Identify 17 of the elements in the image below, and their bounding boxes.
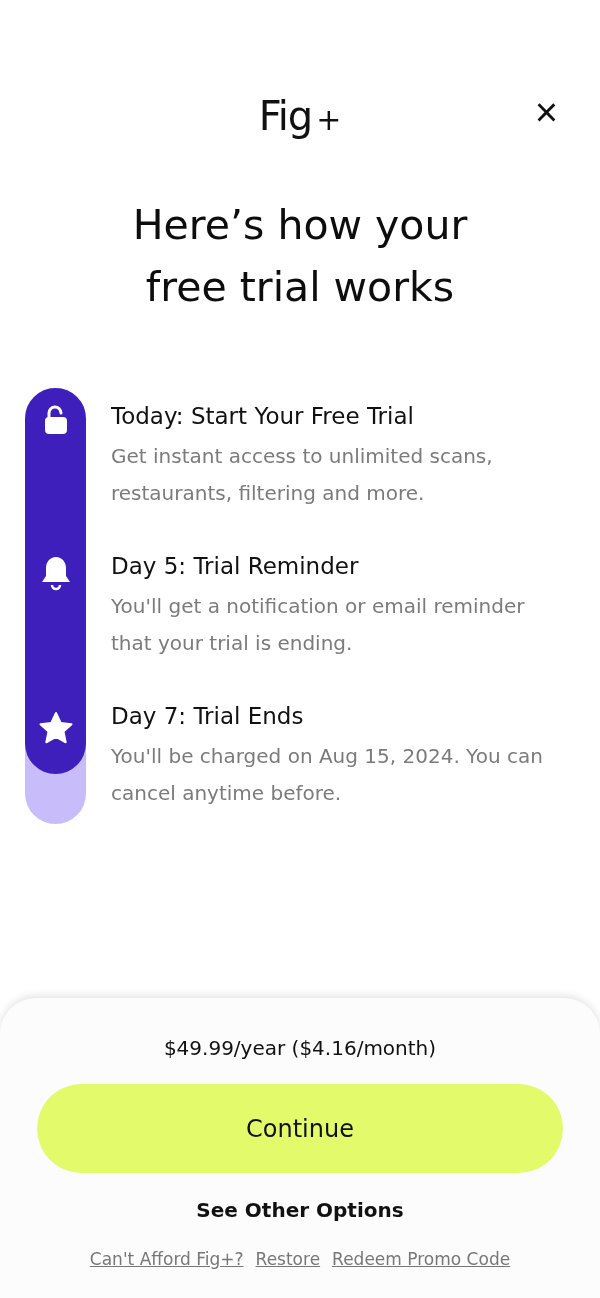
unlocked-padlock-icon [42, 405, 69, 435]
step-description: You'll be charged on Aug 15, 2024. You can cancel anytime before. [111, 743, 544, 807]
step-title: Day 7: Trial Ends [111, 702, 305, 731]
step-title: Today: Start Your Free Trial [111, 402, 415, 431]
close-button[interactable]: × [530, 92, 562, 132]
step-title: Day 5: Trial Reminder [111, 552, 360, 581]
other-options-button[interactable]: See Other Options [190, 1197, 410, 1223]
footer-link[interactable]: Redeem Promo Code [332, 1249, 511, 1269]
star-icon [37, 711, 74, 745]
price-text: $49.99/year ($4.16/month) [163, 1036, 437, 1060]
page-title: Here’s how your free trial works [131, 200, 469, 313]
step-description: Get instant access to unlimited scans, restaurants, filtering and more. [111, 443, 494, 507]
step-description: You'll get a notification or email reminder that your trial is ending. [111, 593, 526, 657]
footer-link[interactable]: Restore [255, 1249, 321, 1269]
app-logo: Fig+ [258, 93, 342, 139]
footer-link[interactable]: Can't Afford Fig+? [89, 1249, 244, 1269]
continue-button[interactable]: Continue [37, 1084, 563, 1173]
